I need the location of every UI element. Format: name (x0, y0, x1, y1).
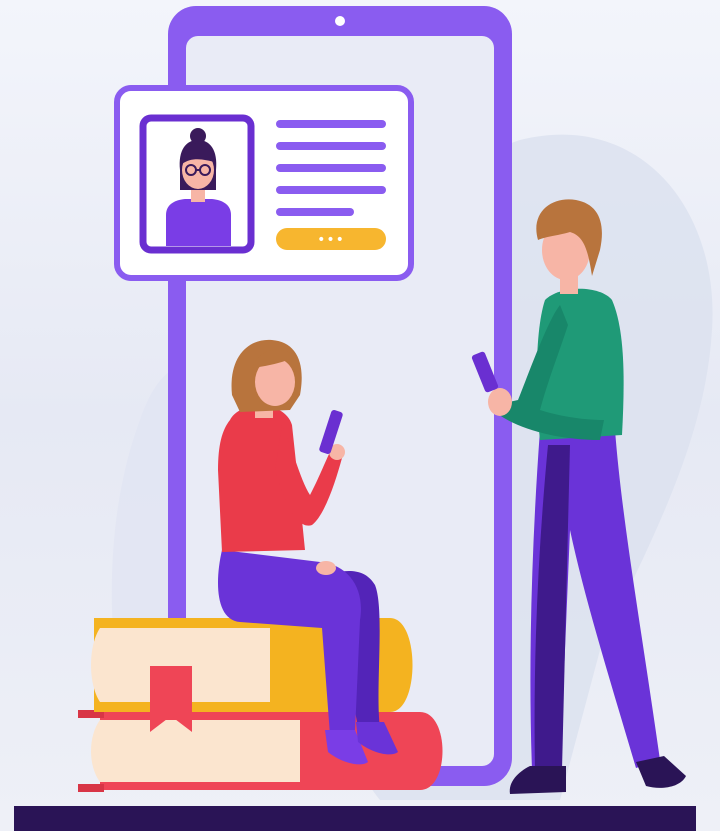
avatar (139, 114, 255, 254)
floor-line (14, 806, 696, 831)
onboarding-illustration: ••• (0, 0, 720, 831)
book-stack (78, 618, 443, 792)
more-options-label: ••• (317, 232, 345, 248)
more-options-button[interactable]: ••• (276, 228, 386, 250)
profile-card: ••• (114, 85, 414, 281)
phone-camera (335, 16, 345, 26)
